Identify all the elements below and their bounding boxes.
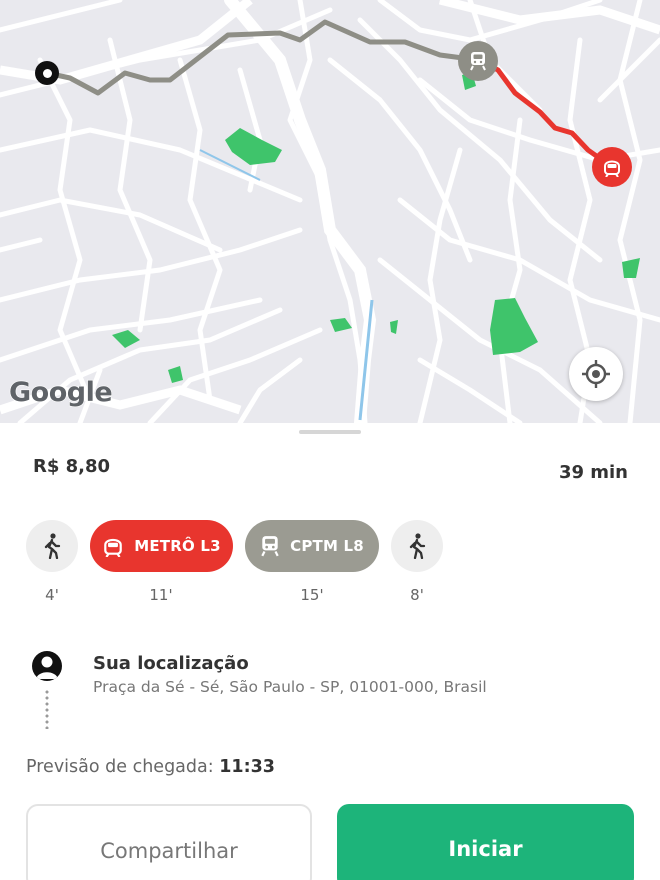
fare-price: R$ 8,80 [33,456,111,477]
arrival-time: 11:33 [219,757,275,777]
google-attribution: Google [8,376,113,408]
leg-time: 11' [149,586,173,604]
trip-duration: 39 min [558,462,628,483]
route-map[interactable]: Google [0,0,660,423]
leg-time: 4' [45,586,59,604]
leg-cptm-label: CPTM L8 [290,537,364,555]
leg-cptm-l8[interactable]: CPTM L8 [245,520,379,572]
route-details-sheet: R$ 8,80 39 min METRÔ L3 CPTM L8 4' 11' 1… [0,423,660,880]
origin-address: Praça da Sé - Sé, São Paulo - SP, 01001-… [93,678,487,696]
leg-time: 8' [410,586,424,604]
metro-station-marker[interactable] [592,147,632,187]
leg-metro-l3[interactable]: METRÔ L3 [90,520,233,572]
locate-me-button[interactable] [569,347,623,401]
origin-name: Sua localização [93,653,249,674]
arrival-label: Previsão de chegada: [26,757,214,777]
start-button[interactable]: Iniciar [337,804,634,880]
leg-walk-end[interactable] [391,520,443,572]
route-connector-dots [45,689,49,729]
train-station-marker[interactable] [458,41,498,81]
user-location-icon [32,651,62,681]
metro-train-icon [604,160,620,177]
train-icon [261,536,279,557]
arrival-estimate: Previsão de chegada: 11:33 [26,757,275,777]
crosshair-icon [582,360,610,388]
sheet-drag-handle[interactable] [299,430,361,434]
leg-time: 15' [300,586,324,604]
leg-walk-start[interactable] [26,520,78,572]
walk-icon [409,533,426,559]
walk-icon [44,533,61,559]
metro-route-line [475,57,615,170]
walk-route-line [44,19,481,96]
metro-train-icon [104,538,123,557]
share-button[interactable]: Compartilhar [26,804,312,880]
leg-metro-label: METRÔ L3 [134,537,221,555]
map-streets [0,0,660,423]
train-icon [470,52,486,71]
origin-marker [35,61,59,85]
